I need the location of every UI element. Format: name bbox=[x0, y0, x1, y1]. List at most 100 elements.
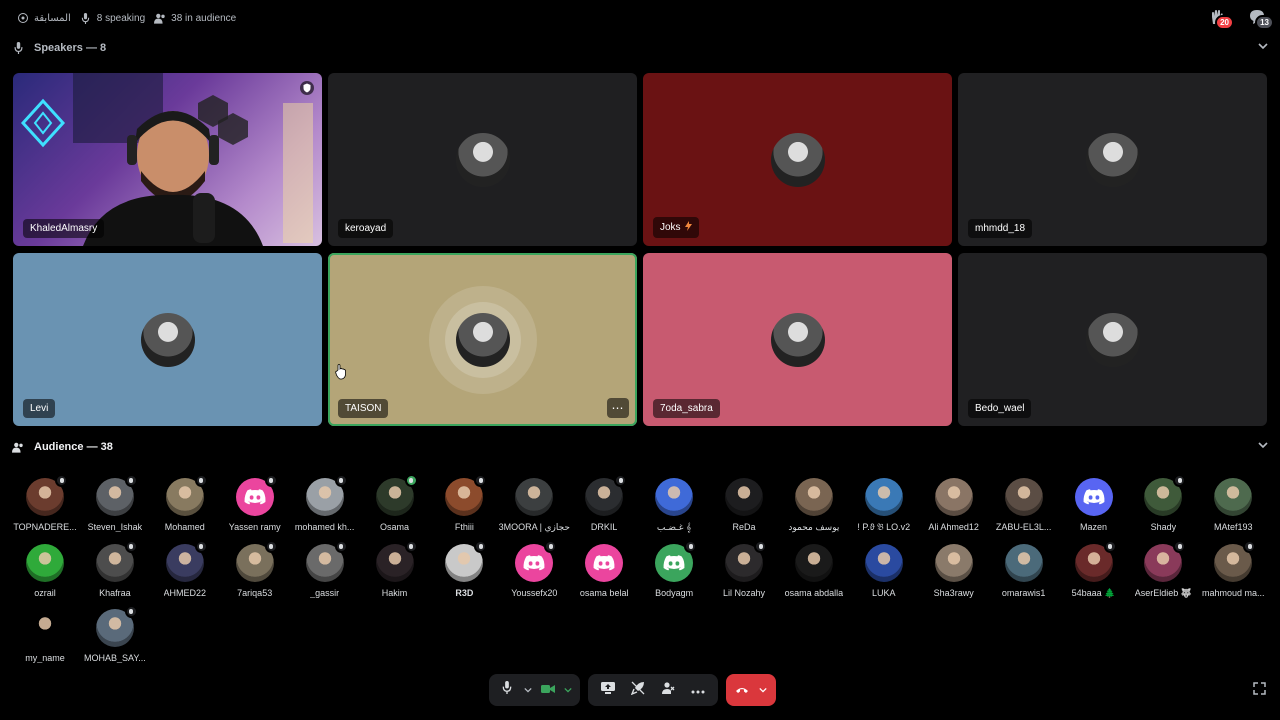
avatar bbox=[235, 474, 278, 516]
activities-button[interactable] bbox=[624, 676, 652, 704]
audience-member[interactable]: _gassir bbox=[290, 539, 360, 606]
audience-member[interactable]: Bodyagm bbox=[639, 539, 709, 606]
audience-member-name: ZABU-EL3L... bbox=[995, 522, 1052, 532]
speaker-name-tag: keroayad bbox=[338, 219, 394, 238]
audience-member[interactable]: ! P.ϑ 𝔅 LO.v2 bbox=[849, 478, 919, 540]
audience-header[interactable]: Audience — 38 bbox=[12, 437, 1268, 457]
audience-member[interactable]: Ali Ahmed12 bbox=[919, 478, 989, 540]
audience-member[interactable]: Youssefx20 bbox=[499, 539, 569, 606]
share-screen-button[interactable] bbox=[594, 676, 622, 704]
audience-member[interactable]: Lil Nozahy bbox=[709, 539, 779, 606]
speaker-tile[interactable]: Levi bbox=[13, 253, 322, 426]
stage-topbar: المسابقة 8 speaking 38 in audience 20 13 bbox=[0, 0, 1280, 36]
audience-member[interactable]: 3MOORA | حجازي bbox=[499, 478, 570, 540]
audience-member-name: Khafraa bbox=[99, 587, 131, 598]
audience-member[interactable]: ReDa bbox=[709, 478, 779, 540]
avatar bbox=[1214, 539, 1257, 582]
avatar bbox=[95, 474, 138, 516]
audience-member-name: غـضـب 𝄞 bbox=[656, 522, 692, 532]
more-options-button[interactable] bbox=[684, 676, 712, 704]
leave-stage-button[interactable] bbox=[730, 676, 754, 704]
audience-member[interactable]: R3D bbox=[429, 539, 499, 606]
avatar bbox=[455, 132, 510, 187]
raised-hands-button[interactable]: 20 bbox=[1206, 8, 1234, 30]
audience-member[interactable]: 7ariqa53 bbox=[220, 539, 290, 606]
speaking-count-label: 8 speaking bbox=[96, 12, 146, 24]
audience-member-name: mohamed kh... bbox=[294, 522, 355, 532]
speakers-header[interactable]: Speakers — 8 bbox=[12, 38, 1268, 58]
person-arrow-icon bbox=[661, 681, 675, 700]
audience-member[interactable]: Hakim bbox=[360, 539, 430, 606]
fullscreen-button[interactable] bbox=[1253, 682, 1266, 700]
audience-member[interactable]: Shady bbox=[1128, 474, 1198, 540]
avatar bbox=[585, 543, 624, 582]
audience-member[interactable]: Sha3rawy bbox=[919, 543, 989, 606]
audience-member[interactable]: osama belal bbox=[569, 543, 639, 606]
avatar bbox=[655, 478, 694, 516]
audience-member-name: Hakim bbox=[381, 587, 408, 598]
invite-button[interactable]: 13 bbox=[1246, 8, 1274, 30]
audience-member-name: AHMED22 bbox=[163, 587, 207, 598]
camera-button[interactable] bbox=[536, 676, 561, 704]
audience-member[interactable]: Fthiii bbox=[429, 474, 499, 540]
audience-member[interactable]: LUKA bbox=[849, 543, 919, 606]
audience-member[interactable]: osama abdalla bbox=[779, 543, 849, 606]
mute-button[interactable] bbox=[495, 676, 520, 704]
leave-options-button[interactable] bbox=[756, 676, 770, 704]
mic-status-icon bbox=[1173, 539, 1187, 553]
speaker-tile[interactable]: 7oda_sabra bbox=[643, 253, 952, 426]
audience-member[interactable]: omarawis1 bbox=[989, 543, 1059, 606]
audience-member[interactable]: Yassen ramy bbox=[220, 474, 290, 540]
speaker-tile[interactable]: keroayad bbox=[328, 73, 637, 246]
chevron-down-icon bbox=[564, 681, 572, 699]
mic-status-icon bbox=[124, 474, 138, 487]
audience-member[interactable]: غـضـب 𝄞 bbox=[639, 478, 709, 540]
audience-count-label: 38 in audience bbox=[171, 12, 237, 24]
speaker-tile[interactable]: Bedo_wael bbox=[958, 253, 1267, 426]
avatar bbox=[934, 543, 973, 582]
audience-member[interactable]: my_name bbox=[10, 609, 80, 671]
audience-member[interactable]: Khafraa bbox=[80, 539, 150, 606]
mic-icon bbox=[12, 42, 24, 54]
audience-member[interactable]: MOHAB_SAY... bbox=[80, 605, 150, 671]
audience-member[interactable]: Steven_Ishak bbox=[80, 474, 150, 540]
avatar-image bbox=[725, 478, 763, 516]
speaker-tile[interactable]: TAISON ⋯ bbox=[328, 253, 637, 426]
video-options-button[interactable] bbox=[562, 676, 574, 704]
audience-member[interactable]: AserEldieb 🐺 bbox=[1128, 539, 1198, 606]
speaker-name: TAISON bbox=[345, 403, 382, 414]
audience-member[interactable]: Osama bbox=[360, 474, 430, 540]
chevron-down-icon[interactable] bbox=[1258, 41, 1268, 54]
speaker-name-tag: Levi bbox=[23, 399, 56, 418]
audio-options-button[interactable] bbox=[522, 676, 534, 704]
audience-member[interactable]: ZABU-EL3L... bbox=[989, 478, 1059, 540]
audience-member-name: TOPNADERE... bbox=[13, 522, 77, 532]
audience-member[interactable]: 54baaa 🌲 bbox=[1059, 539, 1129, 606]
audience-member-name: omarawis1 bbox=[1001, 587, 1046, 598]
audience-member[interactable]: DRKIL bbox=[569, 474, 639, 540]
avatar bbox=[515, 539, 558, 582]
speaker-tile[interactable]: KhaledAlmasry bbox=[13, 73, 322, 246]
audience-member[interactable]: mahmoud ma... bbox=[1198, 539, 1268, 606]
audience-member-name: _gassir bbox=[310, 587, 340, 598]
audience-member[interactable]: Mohamed bbox=[150, 474, 220, 540]
mic-status-icon bbox=[1103, 539, 1117, 553]
audience-member[interactable]: AHMED22 bbox=[150, 539, 220, 606]
audience-member-name: DRKIL bbox=[590, 522, 618, 532]
chevron-down-icon[interactable] bbox=[1258, 440, 1268, 453]
video-camera-icon bbox=[540, 681, 555, 699]
audience-member[interactable]: Mazen bbox=[1059, 478, 1129, 540]
mic-status-icon bbox=[194, 474, 208, 487]
mic-status-icon bbox=[684, 539, 698, 553]
audience-member[interactable]: MAtef193 bbox=[1198, 478, 1268, 540]
audience-member[interactable]: mohamed kh... bbox=[290, 474, 360, 540]
audience-member[interactable]: TOPNADERE... bbox=[10, 474, 80, 540]
speaker-tile[interactable]: mhmdd_18 bbox=[958, 73, 1267, 246]
move-to-audience-button[interactable] bbox=[654, 676, 682, 704]
mic-status-icon bbox=[754, 539, 767, 553]
speaker-tile[interactable]: Joks bbox=[643, 73, 952, 246]
audience-member[interactable]: يوسف محمود bbox=[779, 478, 849, 540]
tile-more-button[interactable]: ⋯ bbox=[607, 398, 629, 418]
audience-member-name: Mazen bbox=[1079, 522, 1107, 532]
audience-member[interactable]: ozrail bbox=[10, 543, 80, 606]
